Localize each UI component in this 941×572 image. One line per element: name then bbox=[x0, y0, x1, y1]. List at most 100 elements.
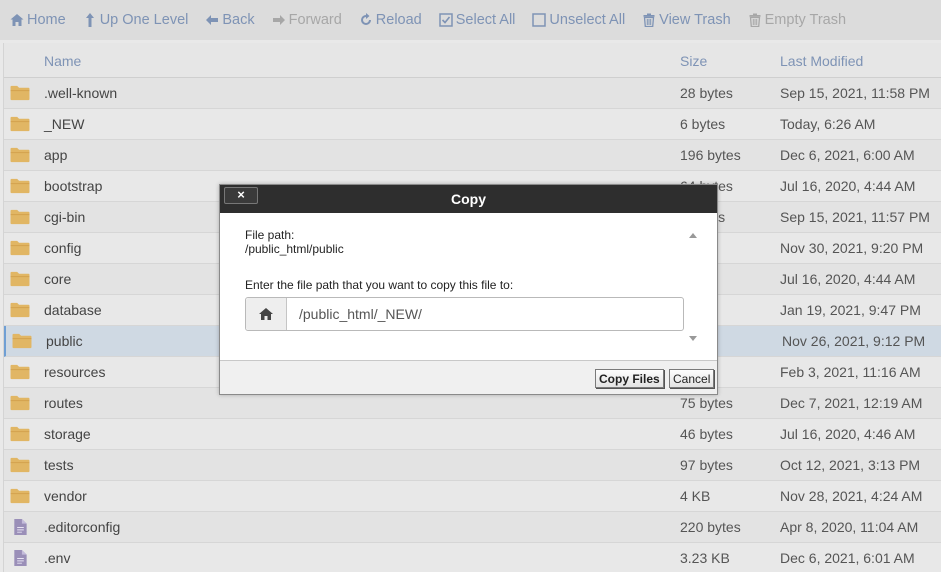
dialog-body: File path: /public_html/public Enter the… bbox=[220, 213, 717, 361]
dialog-header: × Copy bbox=[220, 185, 717, 213]
file-size: 4 KB bbox=[680, 488, 711, 504]
file-size: 46 bytes bbox=[680, 426, 733, 442]
table-row[interactable]: storage 46 bytes Jul 16, 2020, 4:46 AM bbox=[4, 419, 941, 450]
arrow-left-icon bbox=[206, 15, 219, 25]
file-name: storage bbox=[44, 426, 91, 442]
file-name: database bbox=[44, 302, 102, 318]
file-icon bbox=[14, 549, 27, 567]
destination-label: Enter the file path that you want to cop… bbox=[245, 278, 514, 292]
folder-icon bbox=[12, 333, 32, 349]
checkbox-empty-icon bbox=[532, 13, 547, 27]
file-name: .env bbox=[44, 550, 71, 566]
folder-icon bbox=[10, 302, 30, 318]
folder-icon bbox=[10, 116, 30, 132]
file-name: app bbox=[44, 147, 68, 163]
toolbar-back-button[interactable]: Back bbox=[205, 12, 255, 28]
toolbar-unselect-all-button[interactable]: Unselect All bbox=[532, 12, 625, 28]
file-size: 220 bytes bbox=[680, 519, 741, 535]
toolbar-forward-label: Forward bbox=[288, 12, 342, 28]
file-last-modified: Dec 7, 2021, 12:19 AM bbox=[780, 395, 923, 411]
toolbar-reload-button[interactable]: Reload bbox=[359, 12, 422, 28]
toolbar-empty-trash-label: Empty Trash bbox=[764, 12, 847, 28]
table-row[interactable]: _NEW 6 bytes Today, 6:26 AM bbox=[4, 109, 941, 140]
folder-icon bbox=[10, 240, 30, 256]
file-last-modified: Today, 6:26 AM bbox=[780, 116, 876, 132]
file-last-modified: Sep 15, 2021, 11:58 PM bbox=[780, 85, 930, 101]
table-row[interactable]: .well-known 28 bytes Sep 15, 2021, 11:58 P… bbox=[4, 78, 941, 109]
toolbar-empty-trash-button: Empty Trash bbox=[748, 12, 846, 28]
home-icon bbox=[259, 308, 273, 320]
file-size: 75 bytes bbox=[680, 395, 733, 411]
toolbar-back-label: Back bbox=[222, 12, 255, 28]
copy-files-button[interactable]: Copy Files bbox=[595, 369, 664, 388]
file-name: vendor bbox=[44, 488, 87, 504]
file-name: routes bbox=[44, 395, 83, 411]
file-name: config bbox=[44, 240, 82, 256]
file-last-modified: Oct 12, 2021, 3:13 PM bbox=[780, 457, 921, 473]
dialog-scrollbar[interactable] bbox=[686, 228, 700, 346]
toolbar-up-one-level-button[interactable]: Up One Level bbox=[83, 12, 189, 28]
scroll-up-icon[interactable] bbox=[689, 233, 697, 238]
copy-dialog: × Copy File path: /public_html/public En… bbox=[219, 184, 718, 395]
toolbar-view-trash-button[interactable]: View Trash bbox=[642, 12, 731, 28]
checkbox-checked-icon bbox=[439, 13, 453, 27]
file-name: public bbox=[46, 333, 83, 349]
toolbar-unselect-all-label: Unselect All bbox=[549, 12, 626, 28]
toolbar-up-one-level-label: Up One Level bbox=[99, 12, 189, 28]
toolbar-view-trash-label: View Trash bbox=[659, 12, 731, 28]
trash-icon bbox=[749, 13, 761, 27]
file-size: 6 bytes bbox=[680, 116, 726, 132]
file-size: 3.23 KB bbox=[680, 550, 730, 566]
toolbar-reload-label: Reload bbox=[375, 12, 422, 28]
folder-icon bbox=[10, 147, 30, 163]
column-header-size[interactable]: Size bbox=[680, 53, 707, 69]
file-last-modified: Jul 16, 2020, 4:44 AM bbox=[780, 271, 916, 287]
folder-icon bbox=[10, 364, 30, 380]
file-path-value: /public_html/public bbox=[245, 242, 344, 256]
toolbar-forward-button: Forward bbox=[272, 12, 342, 28]
file-last-modified: Nov 28, 2021, 4:24 AM bbox=[780, 488, 923, 504]
file-name: tests bbox=[44, 457, 74, 473]
destination-path-box bbox=[245, 297, 684, 331]
folder-icon bbox=[10, 271, 30, 287]
file-icon bbox=[14, 518, 27, 536]
file-last-modified: Apr 8, 2020, 11:04 AM bbox=[780, 519, 919, 535]
file-last-modified: Jul 16, 2020, 4:46 AM bbox=[780, 426, 916, 442]
folder-icon bbox=[10, 395, 30, 411]
table-row[interactable]: .editorconfig 220 bytes Apr 8, 2020, 11:04… bbox=[4, 512, 941, 543]
destination-path-input[interactable] bbox=[287, 298, 683, 330]
trash-icon bbox=[643, 13, 655, 27]
folder-icon bbox=[10, 488, 30, 504]
toolbar-select-all-label: Select All bbox=[455, 12, 516, 28]
table-row[interactable]: app 196 bytes Dec 6, 2021, 6:00 AM bbox=[4, 140, 941, 171]
home-path-button[interactable] bbox=[246, 298, 287, 330]
file-last-modified: Jan 19, 2021, 9:47 PM bbox=[780, 302, 921, 318]
cancel-button[interactable]: Cancel bbox=[669, 369, 715, 388]
table-row[interactable]: tests 97 bytes Oct 12, 2021, 3:13 PM bbox=[4, 450, 941, 481]
file-name: bootstrap bbox=[44, 178, 103, 194]
dialog-title: Copy bbox=[451, 191, 486, 207]
file-name: _NEW bbox=[44, 116, 85, 132]
folder-icon bbox=[10, 85, 30, 101]
table-row[interactable]: .env 3.23 KB Dec 6, 2021, 6:01 AM bbox=[4, 543, 941, 572]
folder-icon bbox=[10, 178, 30, 194]
folder-icon bbox=[10, 457, 30, 473]
column-header-name[interactable]: Name bbox=[44, 53, 81, 69]
home-icon bbox=[10, 14, 24, 26]
scroll-down-icon[interactable] bbox=[689, 336, 697, 341]
toolbar-home-label: Home bbox=[27, 12, 66, 28]
file-last-modified: Dec 6, 2021, 6:00 AM bbox=[780, 147, 915, 163]
level-up-icon bbox=[85, 13, 94, 27]
file-list-header: Name Size Last Modified bbox=[4, 43, 941, 78]
toolbar-home-button[interactable]: Home bbox=[10, 12, 66, 28]
toolbar-select-all-button[interactable]: Select All bbox=[439, 12, 516, 28]
file-size: 196 bytes bbox=[680, 147, 741, 163]
file-name: cgi-bin bbox=[44, 209, 86, 225]
dialog-footer: Copy Files Cancel bbox=[220, 361, 717, 394]
file-size: 97 bytes bbox=[680, 457, 733, 473]
column-header-last-modified[interactable]: Last Modified bbox=[780, 53, 863, 69]
folder-icon bbox=[10, 209, 30, 225]
table-row[interactable]: vendor 4 KB Nov 28, 2021, 4:24 AM bbox=[4, 481, 941, 512]
toolbar: Home Up One Level Back Forward Reload Select … bbox=[0, 0, 941, 40]
file-last-modified: Feb 3, 2021, 11:16 AM bbox=[780, 364, 921, 380]
